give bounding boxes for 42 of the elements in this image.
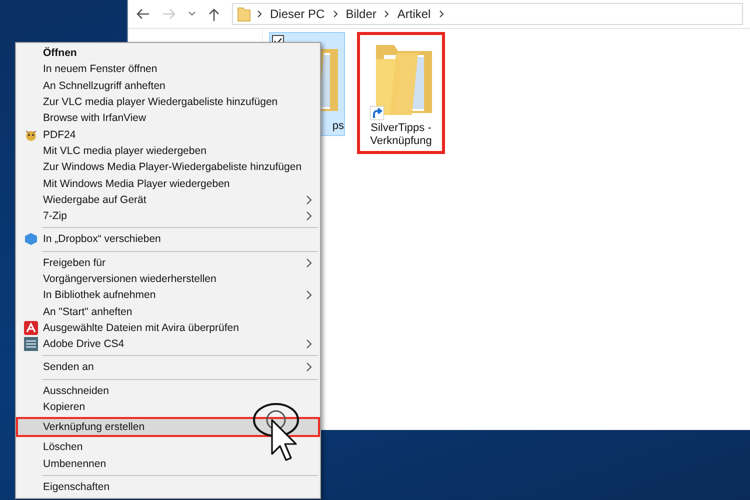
- menu-item[interactable]: In „Dropbox“ verschieben: [16, 231, 320, 248]
- menu-item[interactable]: Umbenennen: [16, 456, 320, 472]
- up-arrow-icon[interactable]: [208, 8, 220, 20]
- menu-item[interactable]: An Schnellzugriff anheften: [16, 78, 320, 94]
- folder-tile[interactable]: SilverTipps - Verknüpfung: [357, 32, 445, 154]
- folder-label: ps: [332, 120, 344, 133]
- menu-item[interactable]: Eigenschaften: [16, 478, 320, 496]
- menu-item[interactable]: Vorgängerversionen wiederherstellen: [16, 270, 320, 288]
- bee-icon: [24, 128, 38, 142]
- menu-item[interactable]: Verknüpfung erstellen: [16, 417, 320, 438]
- back-arrow-icon[interactable]: [136, 8, 150, 20]
- menu-item[interactable]: Adobe Drive CS4: [16, 336, 320, 352]
- menu-item[interactable]: An "Start" anheften: [16, 303, 320, 320]
- menu-item[interactable]: Öffnen: [16, 45, 320, 62]
- drive-icon: [24, 337, 38, 352]
- chevron-icon: [438, 10, 444, 18]
- menu-item[interactable]: Mit Windows Media Player wiedergeben: [16, 175, 320, 192]
- menu-item[interactable]: Ausschneiden: [16, 382, 320, 399]
- chevron-icon: [332, 10, 338, 18]
- menu-item[interactable]: 7-Zip: [16, 208, 320, 224]
- breadcrumb[interactable]: Artikel: [395, 7, 433, 21]
- folder-icon: [237, 6, 251, 22]
- menu-item[interactable]: Ausgewählte Dateien mit Avira überprüfen: [16, 320, 320, 336]
- menu-item[interactable]: Senden an: [16, 359, 320, 376]
- address-bar[interactable]: Dieser PC Bilder Artikel: [232, 3, 743, 25]
- menu-item[interactable]: Browse with IrfanView: [16, 110, 320, 126]
- chevron-icon: [384, 10, 390, 18]
- menu-item[interactable]: PDF24: [16, 126, 320, 143]
- menu-item[interactable]: In Bibliothek aufnehmen: [16, 287, 320, 304]
- menu-item[interactable]: Mit VLC media player wiedergeben: [16, 142, 320, 160]
- menu-item[interactable]: Wiedergabe auf Gerät: [16, 192, 320, 208]
- chevron-icon: [257, 10, 262, 18]
- menu-item[interactable]: In neuem Fenster öffnen: [16, 61, 320, 78]
- breadcrumb[interactable]: Bilder: [344, 7, 378, 21]
- dropdown-caret-icon[interactable]: [188, 11, 196, 17]
- menu-item[interactable]: Kopieren: [16, 398, 320, 416]
- menu-item[interactable]: Löschen: [16, 439, 320, 456]
- menu-item[interactable]: Zur Windows Media Player-Wiedergabeliste hinzufügen: [16, 159, 320, 176]
- breadcrumb[interactable]: Dieser PC: [268, 7, 327, 21]
- menu-item[interactable]: Zur VLC media player Wiedergabeliste hinzufügen: [16, 94, 320, 110]
- folder-label: SilverTipps - Verknüpfung: [369, 122, 433, 148]
- menu-item[interactable]: Freigeben für: [16, 254, 320, 271]
